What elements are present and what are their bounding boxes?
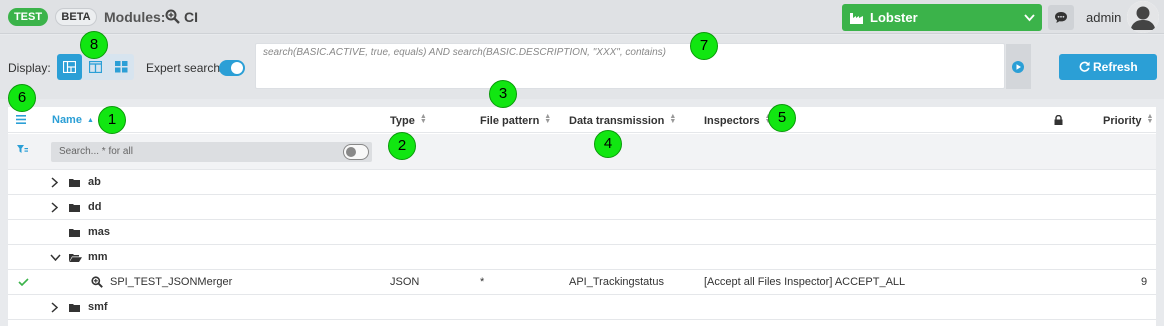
sort-icon: ▲▼ [1146,113,1154,125]
expert-search-query: search(BASIC.ACTIVE, true, equals) AND s… [263,47,666,58]
annotation-marker-2: 2 [388,132,416,160]
ci-inspectors: [Accept all Files Inspector] ACCEPT_ALL [704,276,906,288]
search-zoom-icon [165,9,180,24]
display-tree-button[interactable] [57,54,82,80]
check-icon [18,278,29,286]
refresh-label: Refresh [1093,60,1138,74]
top-bar: TEST BETA Modules: CI Lobster admin [0,0,1164,34]
run-search-button[interactable] [1006,44,1031,89]
expert-search-toggle[interactable] [219,60,245,76]
column-header-type[interactable]: Type ▲ ▼ [390,113,427,127]
ci-table: Name ▲ Type ▲ ▼ File pattern ▲ ▼ Data transmi… [8,107,1156,326]
hamburger-menu-icon[interactable] [16,115,26,124]
chevron-right-icon[interactable] [51,202,58,213]
table-row[interactable]: SPI_TEST_JSONMerger JSON * API_Trackings… [8,270,1156,295]
folder-row-mm[interactable]: mm [8,245,1156,270]
folder-open-icon [69,254,82,262]
column-header-name[interactable]: Name ▲ [52,114,94,126]
beta-badge: BETA [55,8,97,26]
folder-name: dd [88,201,102,213]
user-name[interactable]: admin [1086,10,1121,25]
split-view-icon [89,61,102,73]
ci-data-transmission: API_Trackingstatus [569,276,664,288]
factory-icon [850,13,863,24]
display-grid-button[interactable] [109,54,134,80]
annotation-marker-7: 7 [690,32,718,60]
annotation-marker-6: 6 [8,84,36,112]
tree-view-icon [63,61,76,73]
refresh-icon [1079,61,1090,72]
annotation-marker-3: 3 [489,80,517,108]
expert-search-label: Expert search [146,61,221,75]
chevron-down-icon [1024,14,1035,22]
annotation-marker-4: 4 [594,130,622,158]
column-header-data-transmission[interactable]: Data transmission ▲ ▼ [569,113,677,127]
folder-icon [69,179,80,187]
folder-row-mas[interactable]: mas [8,220,1156,245]
chat-button[interactable] [1048,5,1074,30]
folder-row-dd[interactable]: dd [8,195,1156,220]
filter-row: Search... * for all [8,134,1156,170]
column-header-inspectors-label: Inspectors [704,115,760,127]
folder-row-ab[interactable]: ab [8,170,1156,195]
chevron-down-icon[interactable] [50,254,61,261]
folder-name: smf [88,301,108,313]
column-header-inspectors[interactable]: Inspectors▲▼ [704,113,772,127]
name-filter-input[interactable]: Search... * for all [51,142,372,162]
folder-row-smf[interactable]: smf [8,295,1156,320]
display-label: Display: [8,61,51,75]
name-filter-placeholder: Search... * for all [59,146,133,157]
grid-view-icon [115,61,128,73]
chat-icon [1055,12,1067,23]
column-header-priority[interactable]: Priority ▲ ▼ [1103,113,1154,127]
annotation-marker-5: 5 [768,104,796,132]
annotation-marker-1: 1 [98,106,126,134]
chevron-right-icon[interactable] [51,177,58,188]
ci-name[interactable]: SPI_TEST_JSONMerger [110,276,232,288]
folder-name: mm [88,251,108,263]
lock-icon [1054,115,1063,125]
tenant-select-value: Lobster [870,10,918,25]
column-header-data-transmission-label: Data transmission [569,115,665,127]
refresh-button[interactable]: Refresh [1059,54,1157,80]
table-header: Name ▲ Type ▲ ▼ File pattern ▲ ▼ Data transmi… [8,107,1156,133]
annotation-marker-8: 8 [80,31,108,59]
expert-search-input[interactable]: search(BASIC.ACTIVE, true, equals) AND s… [255,43,1005,89]
column-header-file-pattern[interactable]: File pattern ▲ ▼ [480,113,552,127]
sort-icon: ▲▼ [544,113,552,125]
column-header-name-label: Name [52,114,82,126]
sort-asc-icon: ▲ [86,117,94,124]
folder-icon [69,204,80,212]
filter-toggle[interactable] [343,144,369,160]
user-avatar-icon[interactable] [1127,1,1159,33]
column-header-priority-label: Priority [1103,115,1142,127]
column-header-type-label: Type [390,115,415,127]
folder-name: ab [88,176,101,188]
search-zoom-icon [91,276,103,288]
search-toolbar: Display: Expert search search(BASIC.ACTI… [0,35,1164,99]
filter-icon[interactable] [17,145,28,154]
folder-icon [69,229,80,237]
folder-name: mas [88,226,111,238]
chevron-right-icon[interactable] [51,302,58,313]
modules-label: Modules: [104,9,166,25]
folder-icon [69,304,80,312]
sort-icon: ▲▼ [419,113,427,125]
table-row-partial [8,320,1156,326]
play-icon [1012,61,1024,73]
ci-type: JSON [390,276,420,288]
module-name[interactable]: CI [184,9,198,25]
ci-file-pattern: * [480,276,485,288]
test-badge: TEST [8,8,48,26]
column-header-file-pattern-label: File pattern [480,115,540,127]
ci-priority: 9 [1141,276,1148,288]
tenant-select[interactable]: Lobster [842,4,1042,31]
sort-icon: ▲▼ [669,113,677,125]
